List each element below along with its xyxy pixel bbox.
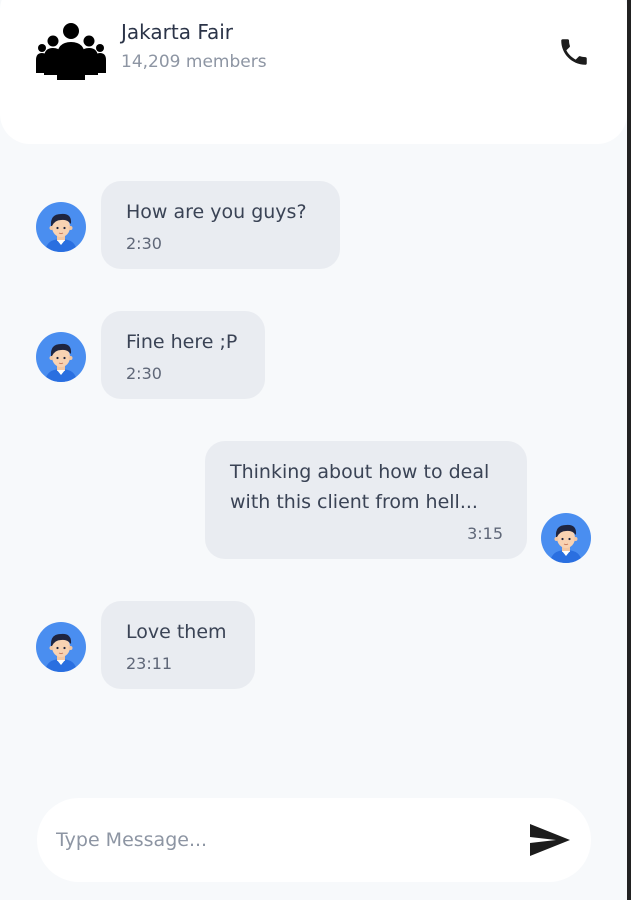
message-composer (37, 798, 591, 882)
avatar[interactable] (36, 332, 86, 382)
chat-window: Jakarta Fair 14,209 members How are you … (0, 0, 627, 900)
message-time: 2:30 (126, 364, 162, 383)
avatar[interactable] (36, 202, 86, 252)
message-time: 23:11 (126, 654, 173, 673)
message-bubble: Love them 23:11 (101, 601, 255, 689)
window-edge (627, 0, 631, 900)
message-bubble: Thinking about how to deal with this cli… (205, 441, 527, 559)
message-time: 3:15 (467, 524, 503, 543)
message-text: Fine here ;P (126, 331, 238, 353)
avatar[interactable] (36, 622, 86, 672)
message-text: Love them (126, 621, 227, 643)
avatar[interactable] (541, 513, 591, 563)
group-people-icon (36, 23, 106, 80)
message-bubble: How are you guys? 2:30 (101, 181, 340, 269)
message-text: How are you guys? (126, 201, 307, 223)
send-icon[interactable] (529, 822, 571, 858)
member-count: 14,209 members (121, 52, 267, 72)
phone-icon[interactable] (557, 35, 591, 69)
message-input[interactable] (56, 822, 506, 858)
group-title: Jakarta Fair (121, 20, 234, 44)
message-text: Thinking about how to deal with this cli… (230, 461, 490, 513)
message-bubble: Fine here ;P 2:30 (101, 311, 265, 399)
message-time: 2:30 (126, 234, 162, 253)
chat-header: Jakarta Fair 14,209 members (0, 0, 627, 144)
